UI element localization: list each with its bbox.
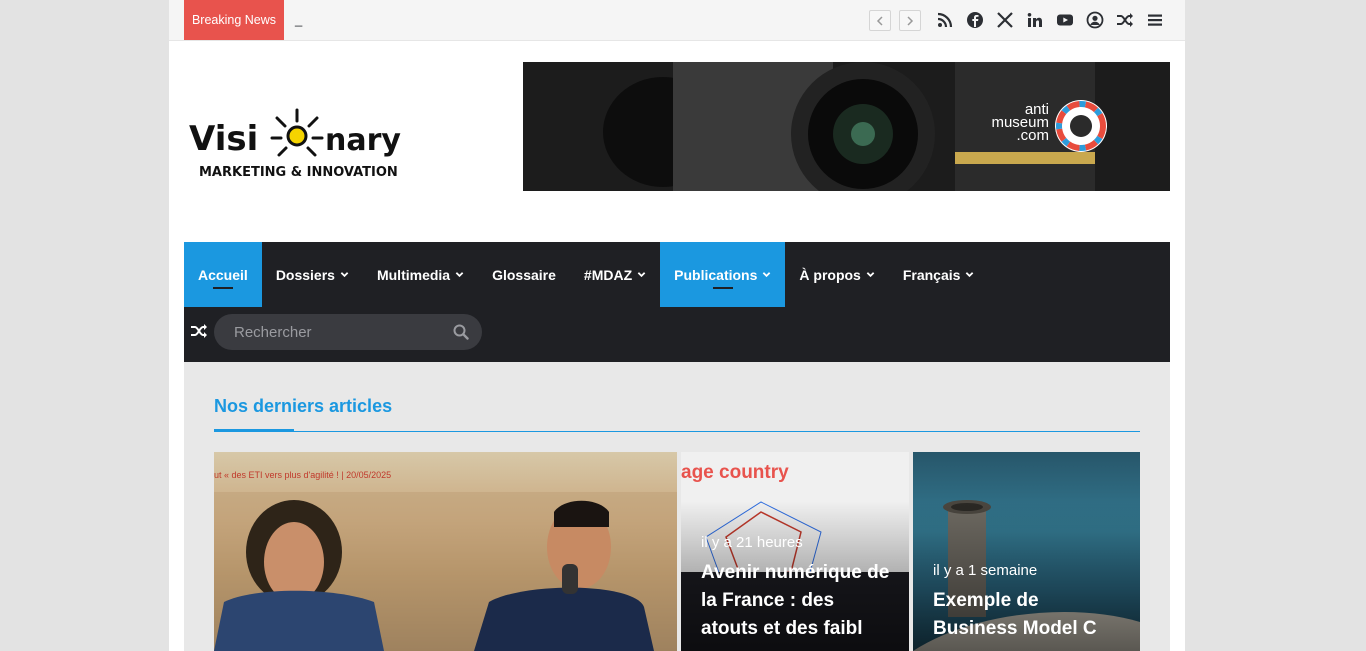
- card-title[interactable]: Avenir numérique de la France : des atou…: [701, 559, 891, 643]
- user-icon[interactable]: [1086, 11, 1104, 29]
- sun-icon: [270, 108, 324, 157]
- facebook-icon[interactable]: [966, 11, 984, 29]
- banner-brand-text: anti museum .com: [991, 101, 1049, 144]
- camera-lens-image: [523, 62, 1170, 191]
- top-bar: Breaking News _: [169, 0, 1185, 41]
- section-title: Nos derniers articles: [214, 396, 393, 416]
- nav-item-accueil[interactable]: Accueil: [184, 242, 262, 307]
- random-article-icon[interactable]: [190, 322, 208, 340]
- nav-item-publications[interactable]: Publications: [660, 242, 786, 307]
- card-date: il y a 21 heures: [701, 534, 803, 551]
- ticker-next-button[interactable]: [899, 10, 921, 31]
- chevron-down-icon: [637, 272, 646, 278]
- card-date: il y a 1 semaine: [933, 562, 1038, 579]
- chevron-down-icon: [340, 272, 349, 278]
- linkedin-icon[interactable]: [1026, 11, 1044, 29]
- main-navigation: Accueil Dossiers Multimedia Glossaire #MDAZ P…: [184, 242, 1170, 362]
- nav-item-glossaire[interactable]: Glossaire: [478, 242, 570, 307]
- chevron-down-icon: [966, 272, 974, 278]
- youtube-icon[interactable]: [1056, 11, 1074, 29]
- nav-item-label: Dossiers: [275, 266, 335, 283]
- rss-icon[interactable]: [936, 11, 954, 29]
- main-menu: Accueil Dossiers Multimedia Glossaire #MDAZ P…: [184, 242, 988, 307]
- nav-item-label: Glossaire: [492, 266, 556, 283]
- breaking-news-label: Breaking News: [184, 0, 284, 40]
- x-icon[interactable]: [996, 11, 1014, 29]
- nav-item-label: Publications: [674, 266, 758, 283]
- active-indicator: [712, 287, 733, 289]
- nav-item-label: #MDAZ: [583, 266, 633, 283]
- latest-articles-section: Nos derniers articles ut « des ETI vers …: [184, 362, 1170, 651]
- section-divider: [214, 431, 1140, 432]
- page-wrapper: Breaking News _ Visi nary MARKETING & IN…: [169, 0, 1185, 651]
- article-card-3[interactable]: il y a 1 semaine Exemple de Business Mod…: [913, 452, 1140, 651]
- nav-item-dossiers[interactable]: Dossiers: [262, 242, 363, 307]
- logo-tagline: MARKETING & INNOVATION: [199, 165, 398, 180]
- menu-icon[interactable]: [1146, 11, 1164, 29]
- nav-item-label: Multimedia: [376, 266, 451, 283]
- logo-text-left: Visi: [189, 119, 258, 159]
- card-image-caption: age country: [681, 462, 789, 483]
- chevron-down-icon: [455, 272, 464, 278]
- site-logo[interactable]: Visi nary MARKETING & INNOVATION: [189, 100, 409, 192]
- nav-item-fran-ais[interactable]: Français: [889, 242, 989, 307]
- breaking-news-ticker[interactable]: _: [295, 12, 302, 27]
- ticker-prev-button[interactable]: [869, 10, 891, 31]
- chevron-right-icon: [907, 16, 914, 26]
- nav-item-mdaz[interactable]: #MDAZ: [570, 242, 660, 307]
- nav-item-label: À propos: [799, 266, 861, 283]
- shuffle-icon[interactable]: [1116, 11, 1134, 29]
- section-divider-accent: [214, 429, 294, 432]
- nav-item-label: Accueil: [198, 266, 248, 283]
- card-title[interactable]: Exemple de Business Model C: [933, 587, 1123, 643]
- ad-banner[interactable]: anti museum .com: [523, 62, 1170, 191]
- search-icon[interactable]: [453, 324, 469, 340]
- active-indicator: [212, 287, 233, 289]
- chevron-down-icon: [763, 272, 771, 278]
- search-box: [214, 314, 482, 350]
- conference-photo: [214, 492, 677, 651]
- nav-item--propos[interactable]: À propos: [785, 242, 888, 307]
- article-card-1[interactable]: ut « des ETI vers plus d'agilité ! | 20/…: [214, 452, 677, 651]
- logo-text-right: nary: [325, 123, 401, 158]
- nav-item-label: Français: [902, 266, 961, 283]
- article-card-2[interactable]: age country il y a 21 heures Avenir numé…: [681, 452, 909, 651]
- search-input[interactable]: [234, 314, 444, 350]
- chevron-left-icon: [876, 16, 883, 26]
- nav-item-multimedia[interactable]: Multimedia: [363, 242, 478, 307]
- chevron-down-icon: [866, 272, 875, 278]
